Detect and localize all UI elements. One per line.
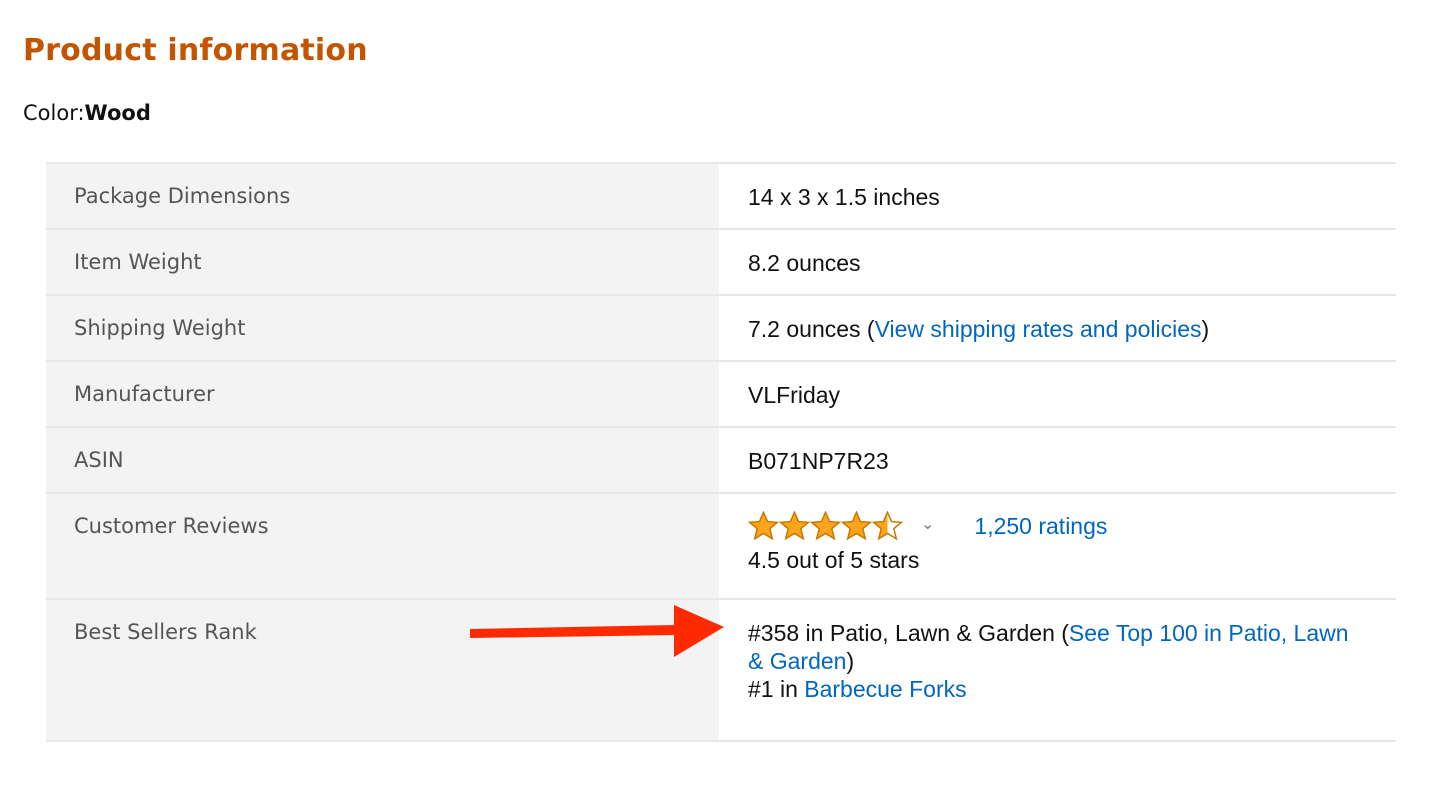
row-label: Shipping Weight [46, 295, 719, 362]
star-full-icon [748, 511, 779, 541]
rank-primary-text: #358 in Patio, Lawn & Garden ( [748, 620, 1069, 646]
color-value: Wood [84, 101, 151, 125]
table-row: Item Weight 8.2 ounces [46, 229, 1396, 296]
rank-primary: #358 in Patio, Lawn & Garden (See Top 10… [748, 619, 1368, 675]
shipping-rates-link[interactable]: View shipping rates and policies [875, 316, 1202, 342]
barbecue-forks-link[interactable]: Barbecue Forks [804, 676, 966, 702]
table-row: Package Dimensions 14 x 3 x 1.5 inches [46, 163, 1396, 230]
star-rating[interactable] [748, 511, 903, 541]
table-row: Shipping Weight 7.2 ounces (View shippin… [46, 295, 1396, 362]
row-value: VLFriday [719, 361, 1396, 428]
ratings-count-link[interactable]: 1,250 ratings [974, 513, 1107, 539]
star-half-icon [872, 511, 903, 541]
paren-close: ) [846, 648, 855, 674]
row-label: Manufacturer [46, 361, 719, 428]
color-variant: Color:Wood [23, 101, 151, 125]
row-label: Item Weight [46, 229, 719, 296]
row-value: ⌄ 1,250 ratings 4.5 out of 5 stars [719, 493, 1396, 600]
table-row: Customer Reviews ⌄ 1,250 ratings 4.5 out … [46, 493, 1396, 600]
row-label: Customer Reviews [46, 493, 719, 600]
row-value: 7.2 ounces (View shipping rates and poli… [719, 295, 1396, 362]
row-value: #358 in Patio, Lawn & Garden (See Top 10… [719, 599, 1396, 742]
chevron-down-icon[interactable]: ⌄ [921, 507, 934, 543]
star-full-icon [841, 511, 872, 541]
row-label: ASIN [46, 427, 719, 494]
page-title: Product information [23, 33, 368, 68]
table-row: ASIN B071NP7R23 [46, 427, 1396, 494]
rank-secondary-text: #1 in [748, 676, 805, 702]
row-value: 8.2 ounces [719, 229, 1396, 296]
arrow-shaft [470, 625, 676, 638]
star-full-icon [779, 511, 810, 541]
row-value: B071NP7R23 [719, 427, 1396, 494]
star-full-icon [810, 511, 841, 541]
shipping-weight-value: 7.2 ounces ( [748, 316, 875, 342]
arrow-head [674, 605, 724, 657]
rating-text: 4.5 out of 5 stars [748, 546, 920, 573]
paren-close: ) [1201, 316, 1210, 342]
color-label: Color: [23, 101, 85, 125]
rank-secondary: #1 in Barbecue Forks [748, 675, 1368, 703]
row-value: 14 x 3 x 1.5 inches [719, 163, 1396, 230]
red-arrow-annotation [470, 605, 724, 657]
table-row: Manufacturer VLFriday [46, 361, 1396, 428]
row-label: Package Dimensions [46, 163, 719, 230]
